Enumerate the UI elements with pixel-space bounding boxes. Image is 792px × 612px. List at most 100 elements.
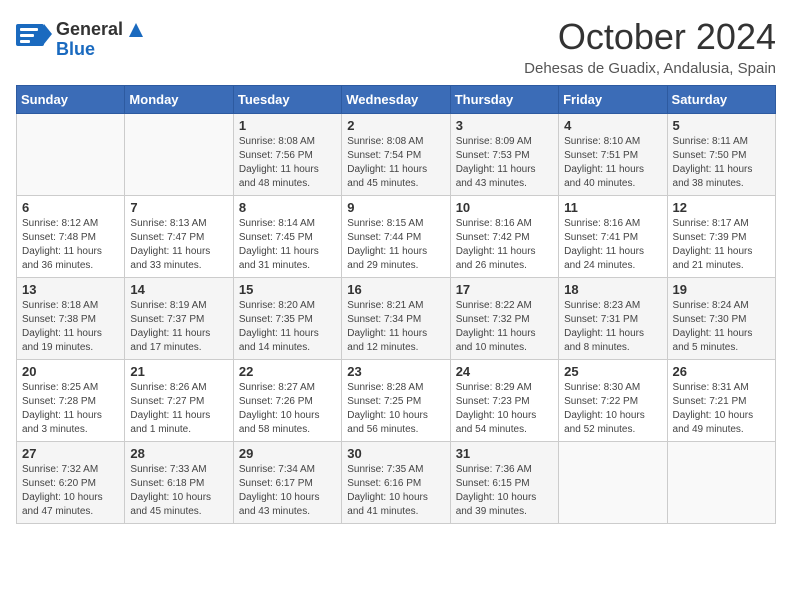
day-info: Sunrise: 7:34 AM Sunset: 6:17 PM Dayligh…: [239, 463, 336, 519]
day-info: Sunrise: 8:24 AM Sunset: 7:30 PM Dayligh…: [673, 299, 770, 355]
day-info: Sunrise: 8:20 AM Sunset: 7:35 PM Dayligh…: [239, 299, 336, 355]
day-number: 16: [347, 282, 444, 297]
day-number: 9: [347, 200, 444, 215]
day-info: Sunrise: 8:12 AM Sunset: 7:48 PM Dayligh…: [22, 217, 119, 273]
day-info: Sunrise: 7:33 AM Sunset: 6:18 PM Dayligh…: [130, 463, 227, 519]
day-info: Sunrise: 8:17 AM Sunset: 7:39 PM Dayligh…: [673, 217, 770, 273]
day-info: Sunrise: 8:16 AM Sunset: 7:42 PM Dayligh…: [456, 217, 553, 273]
calendar-cell: 17 Sunrise: 8:22 AM Sunset: 7:32 PM Dayli…: [450, 278, 558, 360]
calendar-week-row: 20 Sunrise: 8:25 AM Sunset: 7:28 PM Dayli…: [17, 360, 776, 442]
header-sunday: Sunday: [17, 86, 125, 114]
header-thursday: Thursday: [450, 86, 558, 114]
day-info: Sunrise: 8:30 AM Sunset: 7:22 PM Dayligh…: [564, 381, 661, 437]
calendar-cell: [17, 114, 125, 196]
day-info: Sunrise: 8:15 AM Sunset: 7:44 PM Dayligh…: [347, 217, 444, 273]
calendar-cell: 23 Sunrise: 8:28 AM Sunset: 7:25 PM Dayli…: [342, 360, 450, 442]
day-number: 8: [239, 200, 336, 215]
day-number: 13: [22, 282, 119, 297]
day-number: 11: [564, 200, 661, 215]
day-number: 30: [347, 446, 444, 461]
day-info: Sunrise: 8:27 AM Sunset: 7:26 PM Dayligh…: [239, 381, 336, 437]
logo-graphic: [16, 16, 52, 61]
location-subtitle: Dehesas de Guadix, Andalusia, Spain: [524, 60, 776, 77]
calendar-cell: 1Sunrise: 8:08 AM Sunset: 7:56 PM Daylig…: [233, 114, 341, 196]
logo: General Blue: [16, 16, 143, 61]
day-info: Sunrise: 8:25 AM Sunset: 7:28 PM Dayligh…: [22, 381, 119, 437]
calendar-cell: 3 Sunrise: 8:09 AM Sunset: 7:53 PM Daylig…: [450, 114, 558, 196]
day-info: Sunrise: 8:23 AM Sunset: 7:31 PM Dayligh…: [564, 299, 661, 355]
day-number: 27: [22, 446, 119, 461]
calendar-cell: 13Sunrise: 8:18 AM Sunset: 7:38 PM Dayli…: [17, 278, 125, 360]
calendar-cell: 6 Sunrise: 8:12 AM Sunset: 7:48 PM Daylig…: [17, 196, 125, 278]
calendar-cell: [125, 114, 233, 196]
day-number: 22: [239, 364, 336, 379]
day-number: 2: [347, 118, 444, 133]
day-info: Sunrise: 8:09 AM Sunset: 7:53 PM Dayligh…: [456, 135, 553, 191]
day-number: 17: [456, 282, 553, 297]
day-info: Sunrise: 8:13 AM Sunset: 7:47 PM Dayligh…: [130, 217, 227, 273]
day-info: Sunrise: 8:19 AM Sunset: 7:37 PM Dayligh…: [130, 299, 227, 355]
logo-blue-text: Blue: [56, 40, 143, 58]
calendar-cell: 15 Sunrise: 8:20 AM Sunset: 7:35 PM Dayli…: [233, 278, 341, 360]
calendar-cell: 9 Sunrise: 8:15 AM Sunset: 7:44 PM Daylig…: [342, 196, 450, 278]
calendar-cell: 10 Sunrise: 8:16 AM Sunset: 7:42 PM Dayli…: [450, 196, 558, 278]
title-block: October 2024 Dehesas de Guadix, Andalusi…: [524, 16, 776, 77]
header-wednesday: Wednesday: [342, 86, 450, 114]
day-number: 15: [239, 282, 336, 297]
day-number: 18: [564, 282, 661, 297]
day-info: Sunrise: 8:10 AM Sunset: 7:51 PM Dayligh…: [564, 135, 661, 191]
day-info: Sunrise: 7:35 AM Sunset: 6:16 PM Dayligh…: [347, 463, 444, 519]
calendar-cell: 4Sunrise: 8:10 AM Sunset: 7:51 PM Daylig…: [559, 114, 667, 196]
day-number: 1: [239, 118, 336, 133]
header-friday: Friday: [559, 86, 667, 114]
calendar-cell: 12 Sunrise: 8:17 AM Sunset: 7:39 PM Dayli…: [667, 196, 775, 278]
day-number: 25: [564, 364, 661, 379]
calendar-cell: 7 Sunrise: 8:13 AM Sunset: 7:47 PM Daylig…: [125, 196, 233, 278]
page-header: General Blue October 2024 Dehesas de Gua…: [16, 16, 776, 77]
calendar-cell: [559, 442, 667, 524]
calendar-cell: 30 Sunrise: 7:35 AM Sunset: 6:16 PM Dayli…: [342, 442, 450, 524]
day-number: 14: [130, 282, 227, 297]
logo-general-text: General: [56, 19, 123, 39]
calendar-cell: 25 Sunrise: 8:30 AM Sunset: 7:22 PM Dayli…: [559, 360, 667, 442]
day-number: 3: [456, 118, 553, 133]
day-info: Sunrise: 8:08 AM Sunset: 7:54 PM Dayligh…: [347, 135, 444, 191]
day-number: 10: [456, 200, 553, 215]
calendar-cell: 2 Sunrise: 8:08 AM Sunset: 7:54 PM Daylig…: [342, 114, 450, 196]
day-info: Sunrise: 8:26 AM Sunset: 7:27 PM Dayligh…: [130, 381, 227, 437]
day-info: Sunrise: 8:16 AM Sunset: 7:41 PM Dayligh…: [564, 217, 661, 273]
day-number: 12: [673, 200, 770, 215]
day-info: Sunrise: 8:28 AM Sunset: 7:25 PM Dayligh…: [347, 381, 444, 437]
calendar-cell: 22 Sunrise: 8:27 AM Sunset: 7:26 PM Dayli…: [233, 360, 341, 442]
day-info: Sunrise: 8:29 AM Sunset: 7:23 PM Dayligh…: [456, 381, 553, 437]
day-number: 26: [673, 364, 770, 379]
day-info: Sunrise: 8:22 AM Sunset: 7:32 PM Dayligh…: [456, 299, 553, 355]
calendar-cell: 26 Sunrise: 8:31 AM Sunset: 7:21 PM Dayli…: [667, 360, 775, 442]
calendar-cell: 14 Sunrise: 8:19 AM Sunset: 7:37 PM Dayli…: [125, 278, 233, 360]
day-number: 28: [130, 446, 227, 461]
day-info: Sunrise: 7:32 AM Sunset: 6:20 PM Dayligh…: [22, 463, 119, 519]
day-number: 7: [130, 200, 227, 215]
calendar-week-row: 1Sunrise: 8:08 AM Sunset: 7:56 PM Daylig…: [17, 114, 776, 196]
calendar-cell: 24Sunrise: 8:29 AM Sunset: 7:23 PM Dayli…: [450, 360, 558, 442]
day-info: Sunrise: 8:21 AM Sunset: 7:34 PM Dayligh…: [347, 299, 444, 355]
calendar-cell: 11 Sunrise: 8:16 AM Sunset: 7:41 PM Dayli…: [559, 196, 667, 278]
calendar-cell: 20 Sunrise: 8:25 AM Sunset: 7:28 PM Dayli…: [17, 360, 125, 442]
day-number: 5: [673, 118, 770, 133]
day-number: 19: [673, 282, 770, 297]
calendar-table: SundayMondayTuesdayWednesdayThursdayFrid…: [16, 85, 776, 524]
day-number: 23: [347, 364, 444, 379]
day-info: Sunrise: 8:31 AM Sunset: 7:21 PM Dayligh…: [673, 381, 770, 437]
day-number: 21: [130, 364, 227, 379]
calendar-cell: 8Sunrise: 8:14 AM Sunset: 7:45 PM Daylig…: [233, 196, 341, 278]
logo-text: General Blue: [56, 20, 143, 58]
calendar-cell: 5 Sunrise: 8:11 AM Sunset: 7:50 PM Daylig…: [667, 114, 775, 196]
day-info: Sunrise: 8:11 AM Sunset: 7:50 PM Dayligh…: [673, 135, 770, 191]
calendar-header-row: SundayMondayTuesdayWednesdayThursdayFrid…: [17, 86, 776, 114]
day-info: Sunrise: 7:36 AM Sunset: 6:15 PM Dayligh…: [456, 463, 553, 519]
calendar-cell: 16 Sunrise: 8:21 AM Sunset: 7:34 PM Dayli…: [342, 278, 450, 360]
day-number: 6: [22, 200, 119, 215]
header-tuesday: Tuesday: [233, 86, 341, 114]
calendar-week-row: 13Sunrise: 8:18 AM Sunset: 7:38 PM Dayli…: [17, 278, 776, 360]
day-number: 20: [22, 364, 119, 379]
